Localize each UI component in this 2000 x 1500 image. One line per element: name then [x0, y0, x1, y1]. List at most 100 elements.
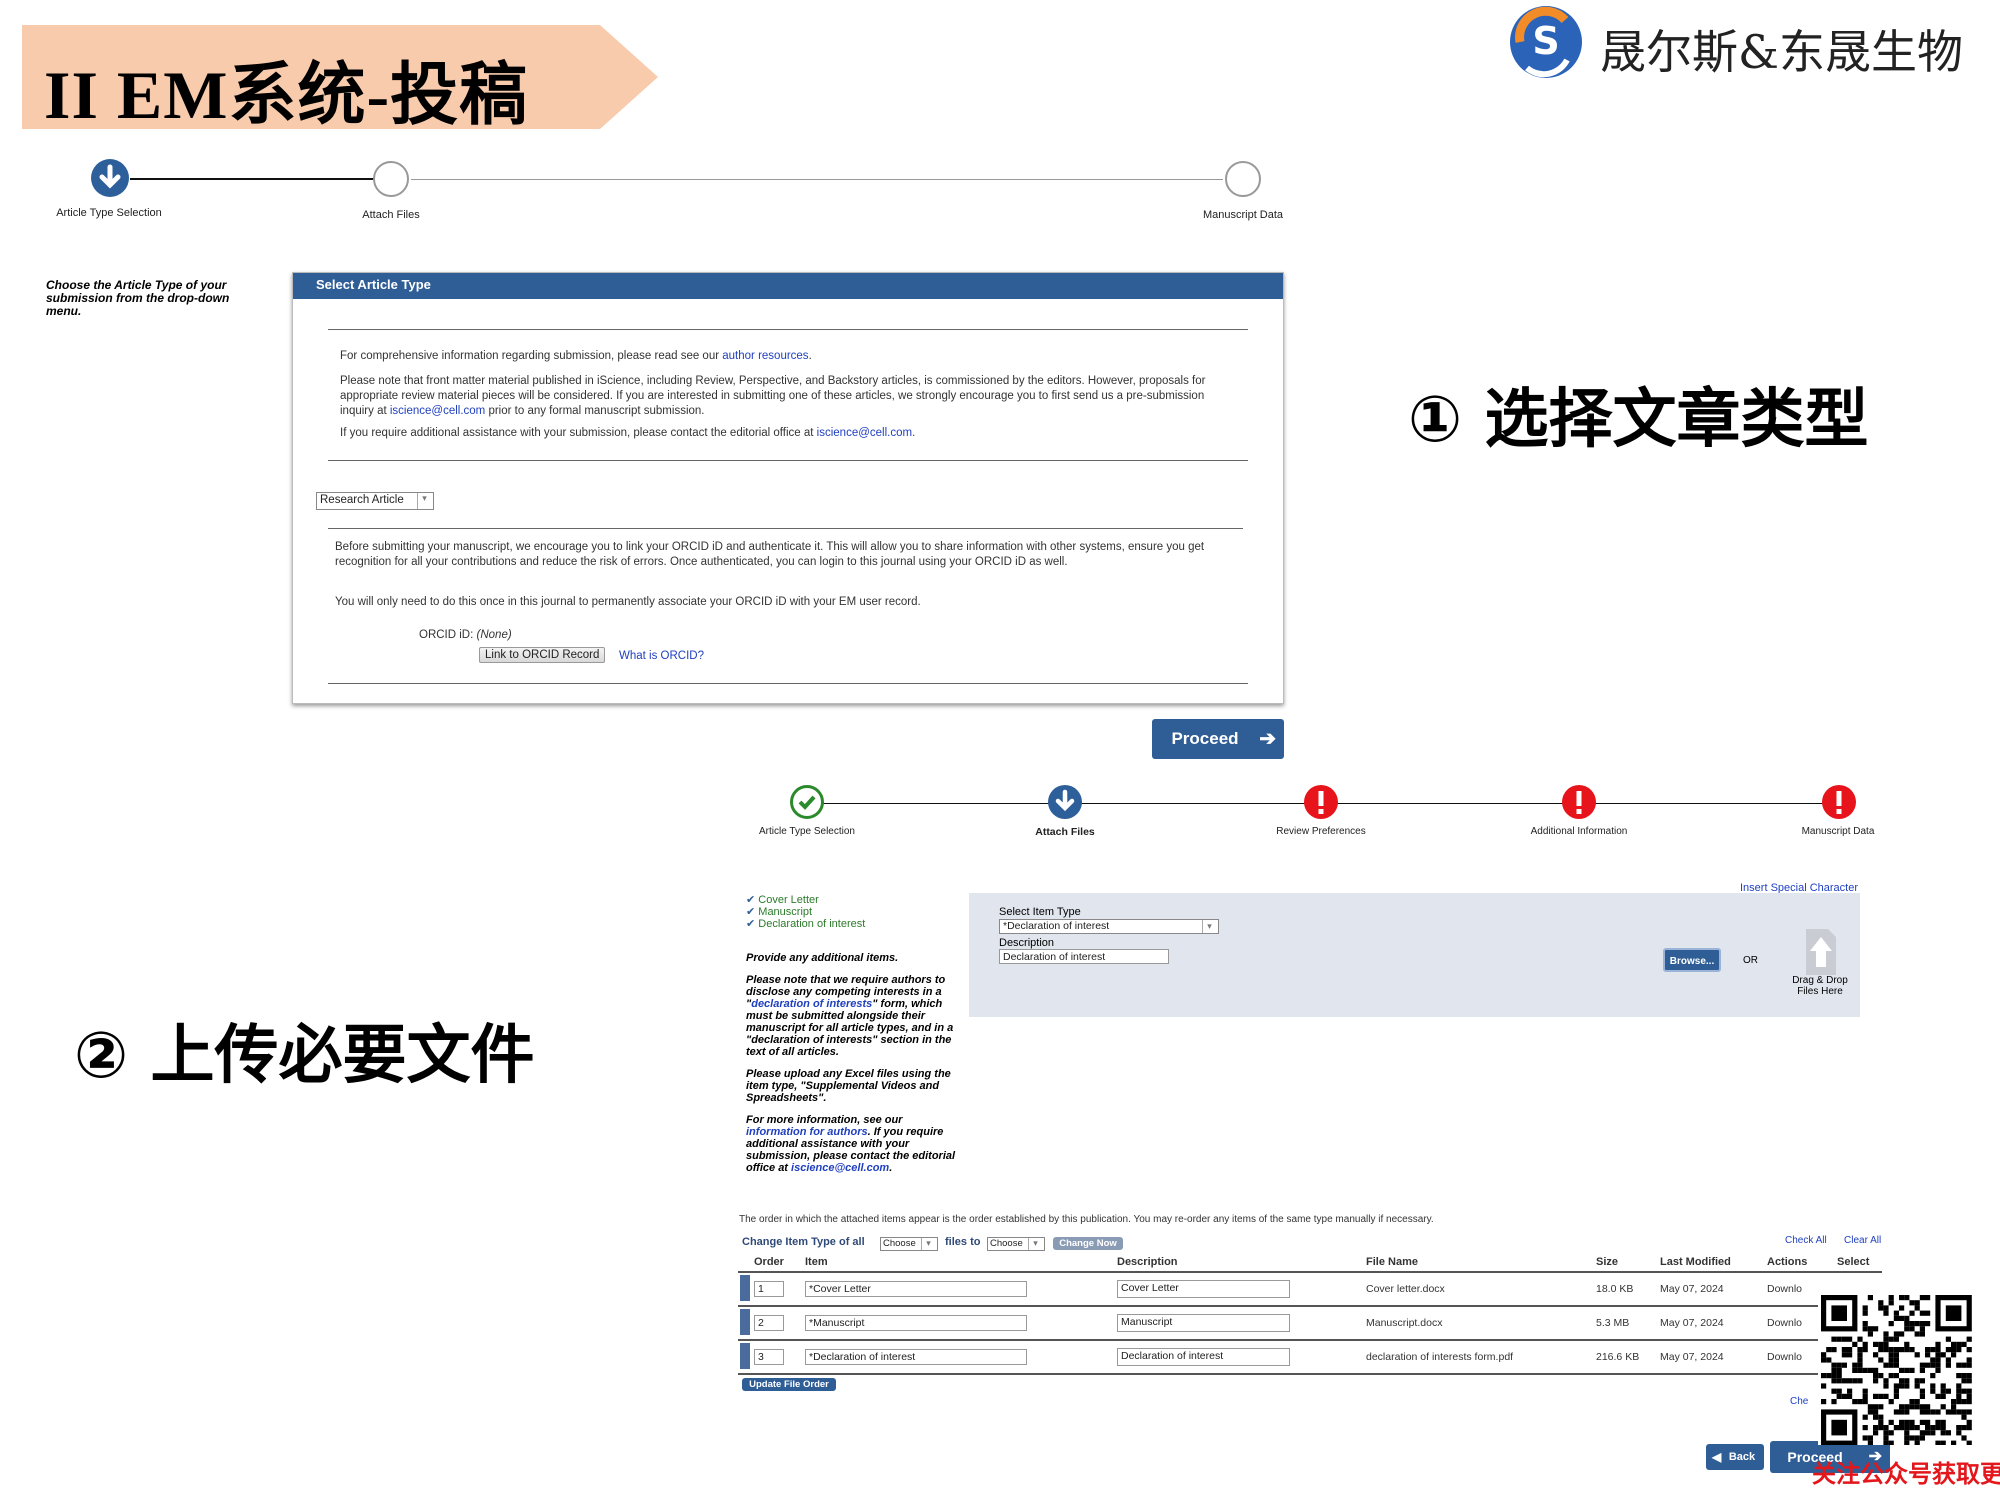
checklist-item: ✔ Manuscript: [746, 906, 865, 918]
change-now-button[interactable]: Change Now: [1053, 1237, 1123, 1250]
description-input[interactable]: Declaration of interest: [999, 949, 1169, 964]
front-matter-note: Please note that front matter material p…: [340, 374, 1240, 419]
file-name-link[interactable]: declaration of interests form.pdf: [1366, 1351, 1513, 1363]
article-type-instruction: Choose the Article Type of your submissi…: [46, 278, 230, 318]
proceed-button[interactable]: Proceed ➔: [1152, 719, 1284, 759]
orcid-note: You will only need to do this once in th…: [335, 596, 921, 608]
choose-from-dropdown[interactable]: Choose ▾: [880, 1237, 938, 1251]
file-size: 18.0 KB: [1596, 1283, 1634, 1295]
orcid-label: ORCID iD:: [419, 629, 474, 641]
step-label-manuscript-data: Manuscript Data: [1801, 826, 1875, 837]
files-to-label: files to: [945, 1236, 981, 1248]
order-input[interactable]: 3: [754, 1349, 784, 1365]
update-file-order-button[interactable]: Update File Order: [742, 1378, 836, 1391]
help-paragraph: Please upload any Excel files using the …: [746, 1068, 951, 1104]
alert-icon: [1304, 785, 1338, 819]
browse-button[interactable]: Browse...: [1663, 948, 1721, 972]
arrow-right-icon: ➔: [1259, 728, 1276, 750]
checklist-item: ✔ Cover Letter: [746, 894, 865, 906]
divider: [328, 329, 1248, 330]
last-modified: May 07, 2024: [1660, 1351, 1724, 1363]
step-label-manuscript-data: Manuscript Data: [1202, 209, 1284, 221]
help-heading: Provide any additional items.: [746, 952, 899, 964]
step-label-attach-files: Attach Files: [362, 209, 420, 221]
dropdown-value: *Cover Letter: [809, 1283, 871, 1295]
svg-text:S: S: [1532, 19, 1559, 63]
description-input[interactable]: Cover Letter: [1117, 1280, 1290, 1298]
change-item-type-label: Change Item Type of all: [742, 1236, 865, 1248]
email-link[interactable]: iscience@cell.com: [791, 1162, 889, 1174]
check-icon: ✔: [746, 906, 756, 918]
chevron-down-icon: ▾: [1202, 920, 1216, 933]
chevron-down-icon: ▾: [1028, 1238, 1042, 1250]
drag-drop-label: Drag & Drop Files Here: [1792, 975, 1848, 997]
check-icon: [790, 785, 824, 819]
description-input[interactable]: Manuscript: [1117, 1314, 1290, 1332]
drag-handle[interactable]: [740, 1309, 750, 1335]
step-connector-pending: [411, 179, 1223, 180]
last-modified: May 07, 2024: [1660, 1283, 1724, 1295]
back-label: Back: [1728, 1451, 1756, 1463]
item-type-select[interactable]: *Declaration of interest: [805, 1349, 1027, 1365]
check-all-link[interactable]: Check All: [1785, 1235, 1827, 1247]
text: .: [912, 427, 916, 439]
alert-icon: [1822, 785, 1856, 819]
download-link[interactable]: Downlo: [1767, 1351, 1802, 1363]
author-resources-text: For comprehensive information regarding …: [340, 349, 1240, 364]
drag-handle[interactable]: [740, 1343, 750, 1369]
proceed-label: Proceed: [1171, 729, 1239, 748]
checklist-label: Cover Letter: [758, 894, 819, 906]
logo-icon: S: [1510, 6, 1582, 78]
text: .: [808, 350, 812, 362]
back-button[interactable]: ◀ Back: [1706, 1444, 1764, 1470]
select-article-type-panel: Select Article Type For comprehensive in…: [292, 272, 1284, 704]
author-resources-link[interactable]: author resources: [722, 350, 808, 362]
arrow-down-icon: [91, 159, 129, 197]
item-type-select[interactable]: *Cover Letter: [805, 1281, 1027, 1297]
drag-handle[interactable]: [740, 1275, 750, 1301]
declaration-link[interactable]: declaration of interests: [751, 998, 872, 1010]
company-logo: S 晟尔斯&东晟生物: [1505, 2, 1995, 82]
what-is-orcid-link[interactable]: What is ORCID?: [619, 649, 704, 664]
order-input[interactable]: 2: [754, 1315, 784, 1331]
text: .: [889, 1162, 893, 1174]
text: prior to any formal manuscript submissio…: [485, 405, 705, 417]
info-for-authors-link[interactable]: information for authors: [746, 1126, 868, 1138]
step-pending-circle: [1225, 161, 1261, 197]
dropdown-value: Choose: [883, 1238, 916, 1249]
divider: [328, 528, 1243, 529]
dropdown-value: Choose: [990, 1238, 1023, 1249]
clear-all-link[interactable]: Clear All: [1844, 1235, 1881, 1247]
step-connector-done: [130, 178, 392, 180]
column-header: Last Modified: [1660, 1256, 1731, 1268]
orcid-id-row: ORCID iD: (None): [419, 628, 512, 643]
dropdown-value: *Manuscript: [809, 1317, 865, 1329]
choose-to-dropdown[interactable]: Choose ▾: [987, 1237, 1045, 1251]
arrow-down-icon: [1048, 785, 1082, 819]
column-header: Description: [1117, 1256, 1178, 1268]
step-pending-circle: [373, 161, 409, 197]
check-all-link[interactable]: Che: [1790, 1396, 1808, 1408]
table-divider: [738, 1373, 1882, 1375]
item-type-select[interactable]: *Manuscript: [805, 1315, 1027, 1331]
description-input[interactable]: Declaration of interest: [1117, 1348, 1290, 1366]
qr-code-image: [1821, 1295, 1972, 1446]
article-type-dropdown[interactable]: Research Article ▾: [316, 492, 434, 510]
order-input[interactable]: 1: [754, 1281, 784, 1297]
step-annotation-1: ① 选择文章类型: [1408, 383, 1869, 457]
check-icon: ✔: [746, 918, 756, 930]
help-paragraph: For more information, see our informatio…: [746, 1114, 961, 1174]
link-orcid-button[interactable]: Link to ORCID Record: [479, 647, 606, 663]
download-link[interactable]: Downlo: [1767, 1317, 1802, 1329]
file-name-link[interactable]: Cover letter.docx: [1366, 1283, 1445, 1295]
chevron-down-icon: ▾: [417, 493, 431, 509]
step-label-article-type: Article Type Selection: [56, 207, 162, 219]
page-title: II EM系统-投稿: [44, 57, 529, 133]
email-link[interactable]: iscience@cell.com: [390, 405, 485, 417]
checklist-label: Manuscript: [758, 906, 813, 918]
item-type-dropdown[interactable]: *Declaration of interest ▾: [999, 919, 1219, 934]
email-link[interactable]: iscience@cell.com: [817, 427, 912, 439]
file-name-link[interactable]: Manuscript.docx: [1366, 1317, 1442, 1329]
or-text: OR: [1743, 955, 1758, 966]
download-link[interactable]: Downlo: [1767, 1283, 1802, 1295]
